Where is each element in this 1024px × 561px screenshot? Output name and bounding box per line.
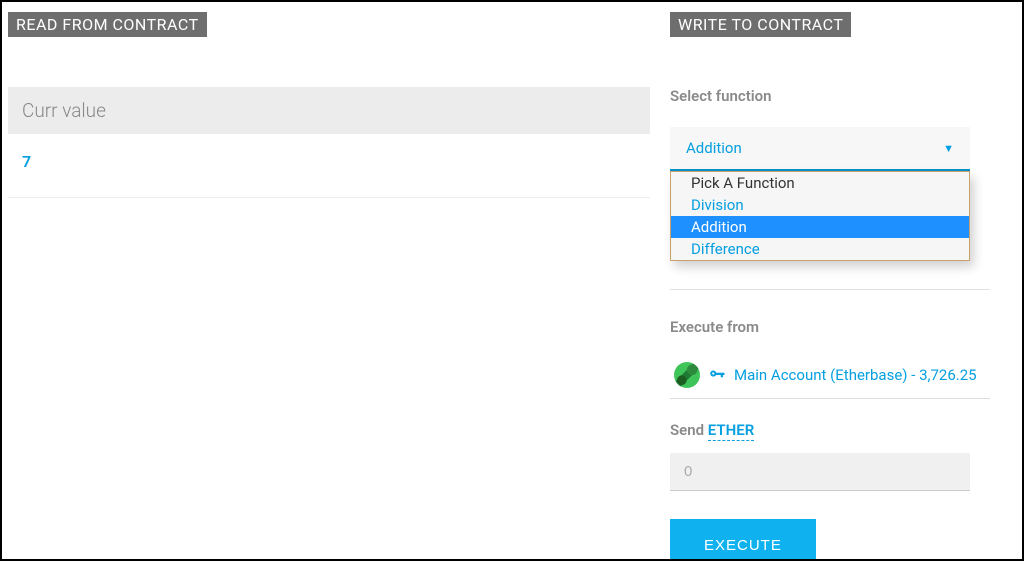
execute-button[interactable]: EXECUTE [670, 519, 816, 561]
dropdown-item-difference[interactable]: Difference [671, 238, 969, 260]
write-column: WRITE TO CONTRACT Select function Additi… [670, 12, 1016, 549]
chevron-down-icon: ▼ [943, 142, 954, 155]
read-section-title: READ FROM CONTRACT [8, 12, 207, 37]
account-avatar-icon [674, 362, 700, 388]
function-dropdown: Pick A Function Division Addition Differ… [670, 171, 970, 261]
write-section-title: WRITE TO CONTRACT [670, 12, 851, 37]
send-currency-link[interactable]: ETHER [708, 421, 754, 441]
execute-from-label: Execute from [670, 318, 1016, 336]
dropdown-item-addition[interactable]: Addition [671, 216, 969, 238]
send-label: Send ETHER [670, 421, 1016, 439]
select-function-label: Select function [670, 87, 1016, 105]
curr-value-card: Curr value 7 [8, 87, 650, 198]
divider [670, 289, 990, 290]
contract-panel: READ FROM CONTRACT Curr value 7 WRITE TO… [0, 0, 1024, 561]
function-select-wrap: Addition ▼ Pick A Function Division Addi… [670, 127, 1016, 171]
dropdown-placeholder: Pick A Function [671, 172, 969, 194]
curr-value: 7 [8, 134, 650, 197]
send-amount-input[interactable] [670, 453, 970, 491]
send-label-prefix: Send [670, 421, 708, 439]
account-name: Main Account (Etherbase) - 3,726.25 [734, 366, 977, 384]
curr-value-label: Curr value [8, 87, 650, 134]
key-icon [708, 366, 726, 384]
function-select-value: Addition [686, 139, 742, 157]
dropdown-item-division[interactable]: Division [671, 194, 969, 216]
function-select[interactable]: Addition ▼ [670, 127, 970, 171]
read-column: READ FROM CONTRACT Curr value 7 [8, 12, 670, 549]
account-select[interactable]: Main Account (Etherbase) - 3,726.25 [670, 354, 990, 399]
